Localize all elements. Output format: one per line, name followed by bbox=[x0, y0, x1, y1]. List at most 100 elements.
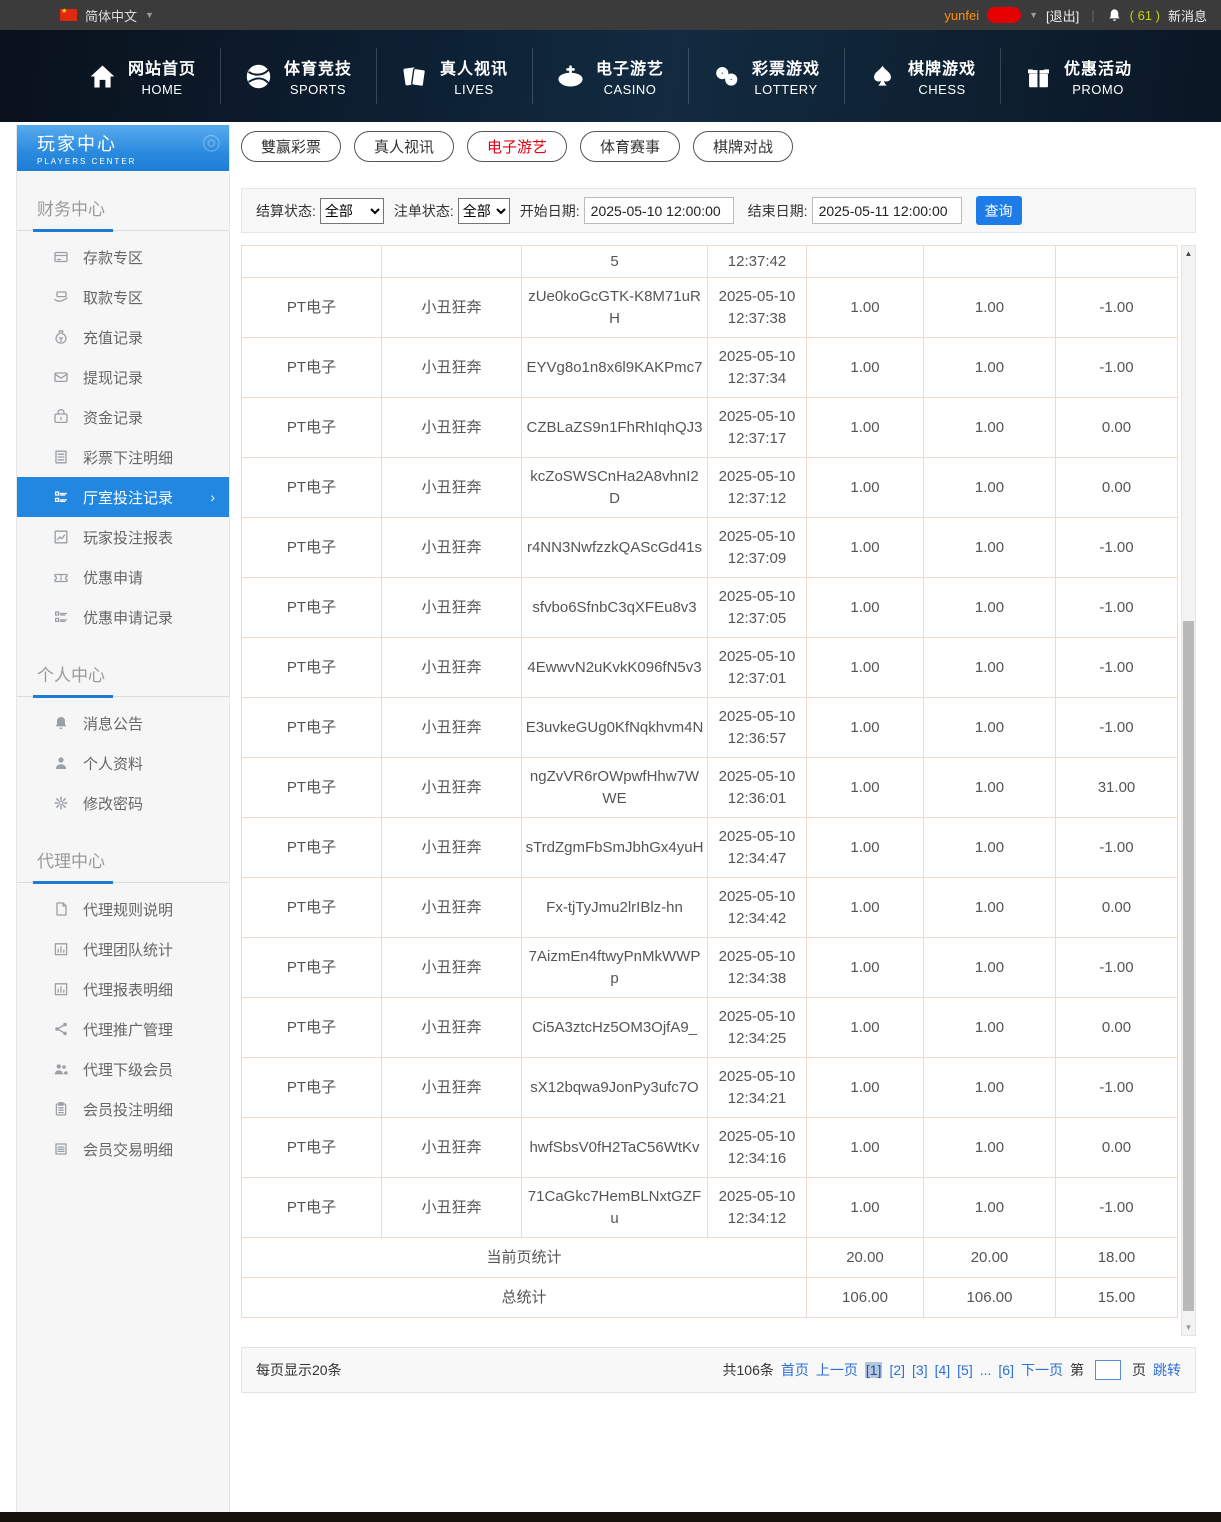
table-cell: 小丑狂奔 bbox=[382, 878, 522, 938]
table-cell: 1.00 bbox=[924, 338, 1056, 398]
page-number-link[interactable]: [1] bbox=[865, 1362, 883, 1378]
page-number-link[interactable]: [6] bbox=[998, 1362, 1014, 1378]
sidebar-item[interactable]: 代理推广管理 bbox=[17, 1009, 229, 1049]
sidebar-item[interactable]: 资金记录 bbox=[17, 397, 229, 437]
sidebar-item[interactable]: 提现记录 bbox=[17, 357, 229, 397]
page-number-link[interactable]: [3] bbox=[912, 1362, 928, 1378]
table-cell: -1.00 bbox=[1056, 518, 1178, 578]
table-cell: 15.00 bbox=[1056, 1278, 1178, 1318]
prev-page-link[interactable]: 上一页 bbox=[816, 1360, 858, 1380]
nav-item-chess[interactable]: 棋牌游戏 CHESS bbox=[844, 48, 1000, 104]
next-page-link[interactable]: 下一页 bbox=[1021, 1360, 1063, 1380]
sidebar-item[interactable]: 代理报表明细 bbox=[17, 969, 229, 1009]
sidebar-item[interactable]: 个人资料 bbox=[17, 743, 229, 783]
tab-1[interactable]: 雙赢彩票 bbox=[241, 131, 341, 162]
nav-label-zh: 电子游艺 bbox=[596, 55, 664, 79]
table-cell: 小丑狂奔 bbox=[382, 818, 522, 878]
first-page-link[interactable]: 首页 bbox=[781, 1360, 809, 1380]
table-cell: 2025-05-1012:34:47 bbox=[708, 818, 807, 878]
table-cell: 2025-05-1012:37:17 bbox=[708, 398, 807, 458]
cards-icon bbox=[401, 63, 428, 90]
sidebar-title: 玩家中心 bbox=[37, 130, 229, 156]
order-status-select[interactable]: 全部 bbox=[458, 198, 510, 224]
sidebar-item[interactable]: 优惠申请记录 bbox=[17, 597, 229, 637]
tab-5[interactable]: 棋牌对战 bbox=[693, 131, 793, 162]
sidebar-item[interactable]: 修改密码 bbox=[17, 783, 229, 823]
nav-item-sports[interactable]: 体育竞技 SPORTS bbox=[220, 48, 376, 104]
per-page-label: 每页显示20条 bbox=[256, 1360, 342, 1380]
table-cell: 1.00 bbox=[924, 998, 1056, 1058]
table-cell: 2025-05-1012:36:01 bbox=[708, 758, 807, 818]
language-selector[interactable]: 简体中文 bbox=[85, 6, 137, 25]
start-date-input[interactable] bbox=[584, 197, 734, 224]
nav-label-en: SPORTS bbox=[290, 82, 346, 97]
table-cell: 106.00 bbox=[807, 1278, 924, 1318]
table-cell: 71CaGkc7HemBLNxtGZFu bbox=[522, 1178, 708, 1238]
page-number-link[interactable]: [2] bbox=[889, 1362, 905, 1378]
nav-item-home[interactable]: 网站首页 HOME bbox=[65, 48, 220, 104]
tab-2[interactable]: 真人视讯 bbox=[354, 131, 454, 162]
page-number-link[interactable]: [5] bbox=[957, 1362, 973, 1378]
nav-item-lives[interactable]: 真人视讯 LIVES bbox=[376, 48, 532, 104]
nav-item-casino[interactable]: 电子游艺 CASINO bbox=[532, 48, 688, 104]
bell-icon[interactable] bbox=[1107, 8, 1122, 23]
settle-status-select[interactable]: 全部 bbox=[320, 198, 384, 224]
sidebar-item[interactable]: 会员投注明细 bbox=[17, 1089, 229, 1129]
table-cell: 1.00 bbox=[924, 278, 1056, 338]
sidebar-item[interactable]: 取款专区 bbox=[17, 277, 229, 317]
table-cell: PT电子 bbox=[242, 1058, 382, 1118]
sidebar-item-label: 优惠申请记录 bbox=[83, 607, 173, 628]
table-row: PT电子小丑狂奔7AizmEn4ftwyPnMkWWPp 2025-05-101… bbox=[242, 938, 1178, 998]
chevron-down-icon[interactable]: ▼ bbox=[1029, 10, 1038, 20]
bell-icon bbox=[53, 715, 69, 731]
table-cell: sTrdZgmFbSmJbhGx4yuH bbox=[522, 818, 708, 878]
search-button[interactable]: 查询 bbox=[976, 196, 1022, 225]
message-label[interactable]: 新消息 bbox=[1168, 6, 1207, 25]
table-row: PT电子小丑狂奔kcZoSWSCnHa2A8vhnI2D 2025-05-101… bbox=[242, 458, 1178, 518]
gift-icon bbox=[1025, 63, 1052, 90]
table-cell: PT电子 bbox=[242, 398, 382, 458]
message-count[interactable]: ( 61 ) bbox=[1130, 8, 1160, 23]
table-cell bbox=[807, 246, 924, 278]
sidebar-item[interactable]: 优惠申请 bbox=[17, 557, 229, 597]
purse-icon bbox=[53, 409, 69, 425]
sidebar-item[interactable]: 消息公告 bbox=[17, 703, 229, 743]
sidebar-item[interactable]: 代理下级会员 bbox=[17, 1049, 229, 1089]
share-icon bbox=[53, 1021, 69, 1037]
clipboard-icon bbox=[53, 1101, 69, 1117]
table-cell: -1.00 bbox=[1056, 698, 1178, 758]
jump-action-link[interactable]: 跳转 bbox=[1153, 1360, 1181, 1380]
nav-item-promo[interactable]: 优惠活动 PROMO bbox=[1000, 48, 1156, 104]
scrollbar-thumb[interactable] bbox=[1183, 621, 1194, 1311]
scroll-up-arrow[interactable]: ▲ bbox=[1182, 246, 1195, 261]
table-cell: sfvbo6SfnbC3qXFEu8v3 bbox=[522, 578, 708, 638]
sidebar-item[interactable]: 充值记录 bbox=[17, 317, 229, 357]
table-cell: -1.00 bbox=[1056, 1178, 1178, 1238]
sidebar-item-label: 提现记录 bbox=[83, 367, 143, 388]
sidebar-item[interactable]: 厅室投注记录› bbox=[17, 477, 229, 517]
sidebar-section-label: 财务中心 bbox=[17, 189, 229, 231]
tab-3[interactable]: 电子游艺 bbox=[467, 131, 567, 162]
vertical-scrollbar[interactable]: ▲ ▼ bbox=[1181, 245, 1196, 1336]
sidebar-item[interactable]: 彩票下注明细 bbox=[17, 437, 229, 477]
table-cell: PT电子 bbox=[242, 938, 382, 998]
sidebar-item[interactable]: 代理规则说明 bbox=[17, 889, 229, 929]
gamepad-icon: ◎ bbox=[202, 129, 221, 155]
tab-4[interactable]: 体育赛事 bbox=[580, 131, 680, 162]
sidebar-item[interactable]: 会员交易明细 bbox=[17, 1129, 229, 1169]
nav-item-lottery[interactable]: 彩票游戏 LOTTERY bbox=[688, 48, 844, 104]
sidebar-item[interactable]: 玩家投注报表 bbox=[17, 517, 229, 557]
sidebar-item[interactable]: 代理团队统计 bbox=[17, 929, 229, 969]
end-date-input[interactable] bbox=[812, 197, 962, 224]
withdraw-hand-icon bbox=[53, 289, 69, 305]
logout-link[interactable]: [退出] bbox=[1046, 6, 1079, 25]
jump-page-input[interactable] bbox=[1095, 1360, 1121, 1380]
sidebar-item[interactable]: 存款专区 bbox=[17, 237, 229, 277]
table-cell: 1.00 bbox=[924, 1118, 1056, 1178]
chevron-down-icon[interactable]: ▼ bbox=[145, 10, 154, 20]
username-label[interactable]: yunfei bbox=[944, 8, 979, 23]
page-number-link[interactable]: [4] bbox=[935, 1362, 951, 1378]
bets-table-wrap: 512:37:42 PT电子小丑狂奔zUe0koGcGTK-K8M71uRH 2… bbox=[241, 245, 1196, 1336]
scroll-down-arrow[interactable]: ▼ bbox=[1182, 1320, 1195, 1335]
table-cell: 2025-05-1012:34:25 bbox=[708, 998, 807, 1058]
